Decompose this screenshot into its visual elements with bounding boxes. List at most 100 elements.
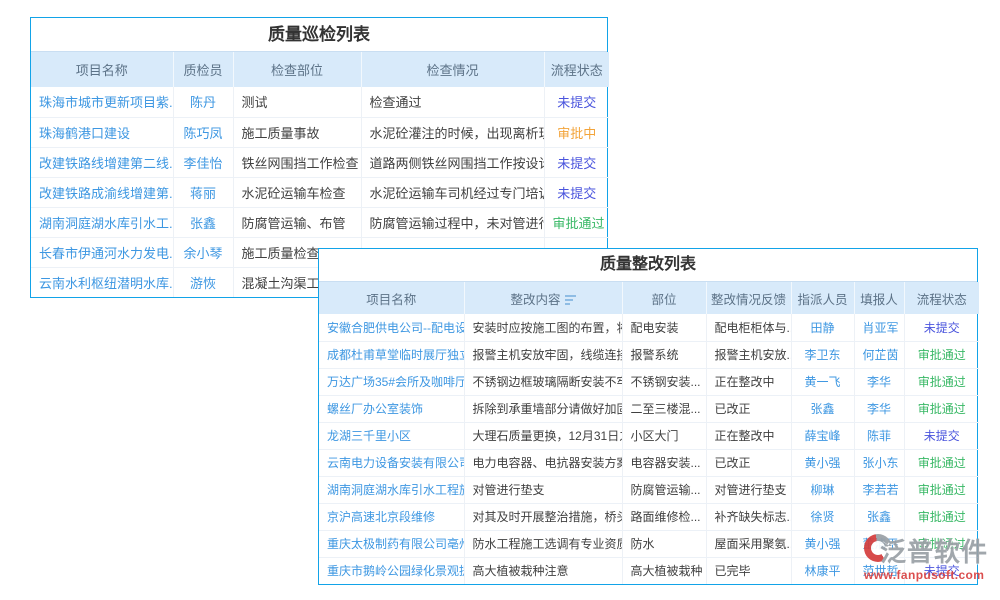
cell-inspector[interactable]: 陈丹 bbox=[173, 87, 233, 117]
cell-project[interactable]: 珠海市城市更新项目紫... bbox=[31, 87, 173, 117]
table-row: 湖南洞庭湖水库引水工程施工1标对管进行垫支防腐管运输...对管进行垫支柳琳李若若… bbox=[319, 476, 979, 503]
cell-reporter[interactable]: 张小东 bbox=[854, 449, 904, 476]
cell-project[interactable]: 螺丝厂办公室装饰 bbox=[319, 395, 464, 422]
cell-project[interactable]: 安徽合肥供电公司--配电设备... bbox=[319, 314, 464, 341]
cell-situation: 水泥砼运输车司机经过专门培训... bbox=[361, 177, 544, 207]
cell-project[interactable]: 改建铁路线增建第二线... bbox=[31, 147, 173, 177]
cell-part: 电容器安装... bbox=[622, 449, 706, 476]
cell-status: 未提交 bbox=[544, 147, 609, 177]
column-header-status: 流程状态 bbox=[904, 282, 979, 314]
cell-project[interactable]: 重庆太极制药有限公司亳州中... bbox=[319, 530, 464, 557]
cell-inspector[interactable]: 蒋丽 bbox=[173, 177, 233, 207]
column-header-assignee: 指派人员 bbox=[791, 282, 854, 314]
cell-project[interactable]: 湖南洞庭湖水库引水工程施工1标 bbox=[319, 476, 464, 503]
cell-assignee[interactable]: 黄小强 bbox=[791, 530, 854, 557]
cell-part: 水泥砼运输车检查 bbox=[233, 177, 361, 207]
cell-status: 审批通过 bbox=[904, 341, 979, 368]
cell-feedback: 报警主机安放... bbox=[706, 341, 791, 368]
column-header-label: 检查部位 bbox=[271, 63, 323, 78]
cell-project[interactable]: 京沪高速北京段维修 bbox=[319, 503, 464, 530]
cell-inspector[interactable]: 张鑫 bbox=[173, 207, 233, 237]
cell-project[interactable]: 云南电力设备安装有限公司20... bbox=[319, 449, 464, 476]
cell-project[interactable]: 成都杜甫草堂临时展厅独立展... bbox=[319, 341, 464, 368]
header-row: 项目名称 质检员 检查部位 检查情况 流程状态 bbox=[31, 52, 609, 87]
cell-reporter[interactable]: 李华 bbox=[854, 368, 904, 395]
cell-inspector[interactable]: 李佳怡 bbox=[173, 147, 233, 177]
rectification-table-header: 项目名称整改内容部位整改情况反馈指派人员填报人流程状态 bbox=[319, 282, 979, 314]
cell-reporter[interactable]: 何芷茵 bbox=[854, 341, 904, 368]
column-header-label: 项目名称 bbox=[76, 63, 128, 78]
column-header-label: 整改内容 bbox=[510, 293, 560, 307]
cell-status: 审批中 bbox=[544, 117, 609, 147]
cell-status: 审批通过 bbox=[904, 368, 979, 395]
cell-assignee[interactable]: 薛宝峰 bbox=[791, 422, 854, 449]
column-header-label: 检查情况 bbox=[426, 63, 478, 78]
cell-feedback: 补齐缺失标志... bbox=[706, 503, 791, 530]
brand-url[interactable]: www.fanpusoft.com bbox=[864, 568, 998, 582]
header-row: 项目名称整改内容部位整改情况反馈指派人员填报人流程状态 bbox=[319, 282, 979, 314]
cell-assignee[interactable]: 李卫东 bbox=[791, 341, 854, 368]
cell-project[interactable]: 重庆市鹅岭公园绿化景观提升... bbox=[319, 557, 464, 584]
cell-inspector[interactable]: 陈巧凤 bbox=[173, 117, 233, 147]
cell-assignee[interactable]: 柳琳 bbox=[791, 476, 854, 503]
column-header-project: 项目名称 bbox=[319, 282, 464, 314]
column-header-part: 部位 bbox=[622, 282, 706, 314]
brand-name: 泛普软件 bbox=[880, 532, 988, 569]
cell-content: 对管进行垫支 bbox=[464, 476, 622, 503]
column-header-label: 指派人员 bbox=[797, 293, 847, 307]
cell-reporter[interactable]: 肖亚军 bbox=[854, 314, 904, 341]
cell-status: 未提交 bbox=[904, 422, 979, 449]
cell-assignee[interactable]: 张鑫 bbox=[791, 395, 854, 422]
column-header-content[interactable]: 整改内容 bbox=[464, 282, 622, 314]
cell-project[interactable]: 湖南洞庭湖水库引水工... bbox=[31, 207, 173, 237]
cell-project[interactable]: 改建铁路成渝线增建第... bbox=[31, 177, 173, 207]
cell-assignee[interactable]: 徐贤 bbox=[791, 503, 854, 530]
cell-assignee[interactable]: 林康平 bbox=[791, 557, 854, 584]
cell-project[interactable]: 万达广场35#会所及咖啡厅空... bbox=[319, 368, 464, 395]
cell-project[interactable]: 龙湖三千里小区 bbox=[319, 422, 464, 449]
cell-content: 对其及时开展整治措施，桥头... bbox=[464, 503, 622, 530]
cell-inspector[interactable]: 游恢 bbox=[173, 267, 233, 297]
cell-project[interactable]: 珠海鹤港口建设 bbox=[31, 117, 173, 147]
cell-status: 审批通过 bbox=[904, 503, 979, 530]
cell-assignee[interactable]: 田静 bbox=[791, 314, 854, 341]
column-header-label: 质检员 bbox=[183, 63, 222, 78]
cell-assignee[interactable]: 黄一飞 bbox=[791, 368, 854, 395]
cell-situation: 水泥砼灌注的时候，出现离析现象 bbox=[361, 117, 544, 147]
cell-feedback: 已改正 bbox=[706, 395, 791, 422]
cell-assignee[interactable]: 黄小强 bbox=[791, 449, 854, 476]
cell-status: 未提交 bbox=[904, 314, 979, 341]
column-header-inspector: 质检员 bbox=[173, 52, 233, 87]
column-header-project: 项目名称 bbox=[31, 52, 173, 87]
cell-part: 配电安装 bbox=[622, 314, 706, 341]
cell-feedback: 屋面采用聚氨... bbox=[706, 530, 791, 557]
cell-reporter[interactable]: 张鑫 bbox=[854, 503, 904, 530]
cell-status: 审批通过 bbox=[904, 449, 979, 476]
cell-feedback: 已改正 bbox=[706, 449, 791, 476]
cell-project[interactable]: 长春市伊通河水力发电... bbox=[31, 237, 173, 267]
cell-part: 高大植被栽种 bbox=[622, 557, 706, 584]
cell-situation: 道路两侧铁丝网围挡工作按设计... bbox=[361, 147, 544, 177]
cell-reporter[interactable]: 李华 bbox=[854, 395, 904, 422]
sort-icon[interactable] bbox=[565, 294, 576, 305]
cell-part: 二至三楼混... bbox=[622, 395, 706, 422]
rectification-list-title: 质量整改列表 bbox=[319, 249, 977, 282]
cell-status: 未提交 bbox=[544, 177, 609, 207]
cell-content: 大理石质量更换，12月31日之... bbox=[464, 422, 622, 449]
cell-part: 不锈钢安装... bbox=[622, 368, 706, 395]
cell-feedback: 已完毕 bbox=[706, 557, 791, 584]
cell-situation: 防腐管运输过程中，未对管进行... bbox=[361, 207, 544, 237]
cell-content: 防水工程施工选调有专业资质... bbox=[464, 530, 622, 557]
column-header-label: 流程状态 bbox=[551, 63, 603, 78]
cell-part: 防腐管运输、布管 bbox=[233, 207, 361, 237]
table-row: 改建铁路成渝线增建第...蒋丽水泥砼运输车检查水泥砼运输车司机经过专门培训...… bbox=[31, 177, 609, 207]
cell-project[interactable]: 云南水利枢纽潜明水库... bbox=[31, 267, 173, 297]
cell-reporter[interactable]: 陈菲 bbox=[854, 422, 904, 449]
column-header-part: 检查部位 bbox=[233, 52, 361, 87]
cell-reporter[interactable]: 李若若 bbox=[854, 476, 904, 503]
cell-part: 施工质量事故 bbox=[233, 117, 361, 147]
table-row: 成都杜甫草堂临时展厅独立展...报警主机安放牢固，线缆连接...报警系统报警主机… bbox=[319, 341, 979, 368]
table-row: 京沪高速北京段维修对其及时开展整治措施，桥头...路面维修检...补齐缺失标志.… bbox=[319, 503, 979, 530]
cell-content: 拆除到承重墙部分请做好加固... bbox=[464, 395, 622, 422]
cell-inspector[interactable]: 余小琴 bbox=[173, 237, 233, 267]
